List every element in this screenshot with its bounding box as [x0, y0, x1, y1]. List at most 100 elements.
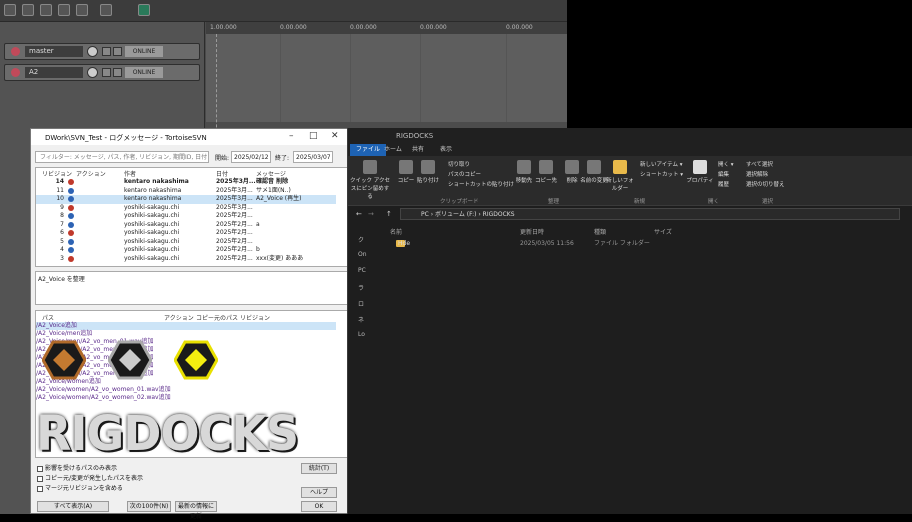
track-a2[interactable]: A2 ONLINE — [4, 64, 200, 81]
filter-input[interactable]: フィルター: メッセージ, パス, 作者, リビジョン, 期間ID, 日付 — [35, 151, 209, 163]
toolbar-icon[interactable] — [76, 4, 88, 16]
track-label[interactable]: ONLINE — [125, 67, 163, 78]
ok-button[interactable]: OK — [301, 501, 337, 512]
revision-row[interactable]: 14 kentaro nakashima 2025年3月... 確認音 削除 — [36, 178, 336, 187]
col-header[interactable]: メッセージ — [256, 169, 286, 178]
navigation-pane[interactable]: ク On PC ラ ロ ネ Lo — [348, 225, 376, 514]
refresh-button[interactable]: 最新の情報に更新 — [175, 501, 217, 520]
revision-row[interactable]: 9 yoshiki-sakagu.chi 2025年3月... — [36, 204, 336, 213]
nav-item[interactable]: ロ — [358, 299, 370, 308]
nav-item[interactable]: On — [358, 251, 370, 258]
col-header[interactable]: パス — [42, 313, 54, 322]
toolbar-icon[interactable] — [100, 4, 112, 16]
to-date-input[interactable]: 2025/03/07 — [293, 151, 333, 163]
col-header[interactable]: 種類 — [594, 227, 606, 236]
option-checkbox[interactable]: コピー元/変更が発生したパスを表示 — [37, 473, 143, 482]
section-label: 整理 — [548, 199, 560, 205]
col-header[interactable]: アクション — [76, 169, 106, 178]
timeline-ruler[interactable]: 1.00.000 0.00.000 0.00.000 0.00.000 0.00… — [206, 22, 567, 34]
paste-button[interactable]: 貼り付け — [414, 160, 442, 184]
address-bar[interactable]: PC › ボリューム (F:) › RIGDOCKS — [400, 208, 900, 220]
open-button[interactable]: 開く ▾ — [718, 160, 734, 168]
new-folder-button[interactable]: 新しいフォルダー — [606, 160, 634, 192]
paste-shortcut-button[interactable]: ショートカットの貼り付け — [448, 180, 514, 188]
copy-to-button[interactable]: コピー先 — [532, 160, 560, 184]
path-row[interactable]: /A2_Voice追加 — [36, 322, 336, 330]
toolbar-icon[interactable] — [40, 4, 52, 16]
revision-row[interactable]: 3 yoshiki-sakagu.chi 2025年2月... xxx(変更) あああ — [36, 255, 336, 264]
tab-view[interactable]: 表示 — [434, 144, 458, 156]
volume-knob[interactable] — [87, 46, 98, 57]
col-header[interactable]: コピー元のパス — [196, 313, 238, 322]
nav-item[interactable]: PC — [358, 267, 370, 274]
snap-icon[interactable] — [138, 4, 150, 16]
to-label: 終了: — [275, 155, 290, 162]
nav-item[interactable]: ネ — [358, 315, 370, 324]
revision-row[interactable]: 10 kentaro nakashima 2025年3月... A2_Voice (再… — [36, 195, 336, 204]
action-icon — [68, 213, 74, 219]
revision-row[interactable]: 4 yoshiki-sakagu.chi 2025年2月... b — [36, 246, 336, 255]
properties-button[interactable]: プロパティ — [686, 160, 714, 184]
copy-path-button[interactable]: パスのコピー — [448, 170, 481, 178]
revision-list[interactable]: リビジョン アクション 作者 日付 メッセージ 14 kentaro nakash… — [35, 167, 368, 267]
history-button[interactable]: 履歴 — [718, 180, 729, 188]
minimize-icon[interactable]: – — [289, 131, 294, 141]
cut-button[interactable]: 切り取り — [448, 160, 470, 168]
col-header[interactable]: サイズ — [654, 227, 672, 236]
arrange-area[interactable] — [206, 22, 567, 122]
col-header[interactable]: 名前 — [390, 227, 402, 236]
track-master[interactable]: master ONLINE — [4, 43, 200, 60]
forward-icon[interactable]: → — [368, 210, 374, 218]
option-checkbox[interactable]: マージ元リビジョンを含める — [37, 483, 123, 492]
track-name[interactable]: A2 — [25, 67, 83, 78]
mute-button[interactable] — [102, 47, 111, 56]
select-all-button[interactable]: すべて選択 — [746, 160, 773, 168]
easy-access-button[interactable]: ショートカット ▾ — [640, 170, 683, 178]
pin-button[interactable]: クイック アクセスにピン留めする — [350, 160, 390, 200]
record-arm-icon[interactable] — [11, 47, 20, 56]
statistics-button[interactable]: 統計(T) — [301, 463, 337, 474]
col-header[interactable]: アクション — [164, 313, 194, 322]
file-row[interactable]: Hde 2025/03/05 11:56 ファイル フォルダー — [388, 238, 848, 249]
tab-share[interactable]: 共有 — [406, 144, 430, 156]
revision-row[interactable]: 11 kentaro nakashima 2025年3月... サメ1面(N..) — [36, 187, 336, 196]
rename-button[interactable]: 名前の変更 — [580, 160, 608, 184]
toolbar-icon[interactable] — [4, 4, 16, 16]
new-item-button[interactable]: 新しいアイテム ▾ — [640, 160, 682, 168]
col-header[interactable]: リビジョン — [42, 169, 72, 178]
record-arm-icon[interactable] — [11, 68, 20, 77]
close-icon[interactable]: ✕ — [331, 131, 339, 141]
back-icon[interactable]: ← — [356, 210, 362, 218]
next100-button[interactable]: 次の100件(N) — [127, 501, 171, 512]
message: 確認音 削除 — [256, 178, 289, 185]
track-name[interactable]: master — [25, 46, 83, 57]
col-header[interactable]: 日付 — [216, 169, 228, 178]
revision-row[interactable]: 6 yoshiki-sakagu.chi 2025年2月... — [36, 229, 336, 238]
col-header[interactable]: 更新日時 — [520, 227, 544, 236]
col-header[interactable]: リビジョン — [240, 313, 270, 322]
from-date-input[interactable]: 2025/02/12 — [231, 151, 271, 163]
invert-selection-button[interactable]: 選択の切り替え — [746, 180, 785, 188]
track-label[interactable]: ONLINE — [125, 46, 163, 57]
maximize-icon[interactable]: □ — [309, 131, 318, 141]
show-all-button[interactable]: すべて表示(A) — [37, 501, 109, 512]
revision-row[interactable]: 5 yoshiki-sakagu.chi 2025年2月... — [36, 238, 336, 247]
volume-knob[interactable] — [87, 67, 98, 78]
revision-row[interactable]: 8 yoshiki-sakagu.chi 2025年2月... — [36, 212, 336, 221]
solo-button[interactable] — [113, 68, 122, 77]
solo-button[interactable] — [113, 47, 122, 56]
mute-button[interactable] — [102, 68, 111, 77]
toolbar-icon[interactable] — [58, 4, 70, 16]
up-icon[interactable]: ↑ — [386, 210, 392, 218]
nav-item[interactable]: ラ — [358, 283, 370, 292]
edit-button[interactable]: 編集 — [718, 170, 729, 178]
col-header[interactable]: 作者 — [124, 169, 136, 178]
nav-item[interactable]: ク — [358, 235, 370, 244]
revision-row[interactable]: 7 yoshiki-sakagu.chi 2025年2月... a — [36, 221, 336, 230]
select-none-button[interactable]: 選択解除 — [746, 170, 768, 178]
tab-home[interactable]: ホーム — [378, 144, 408, 156]
nav-item[interactable]: Lo — [358, 331, 370, 338]
revision-number: 6 — [60, 229, 64, 236]
help-button[interactable]: ヘルプ — [301, 487, 337, 498]
toolbar-icon[interactable] — [22, 4, 34, 16]
